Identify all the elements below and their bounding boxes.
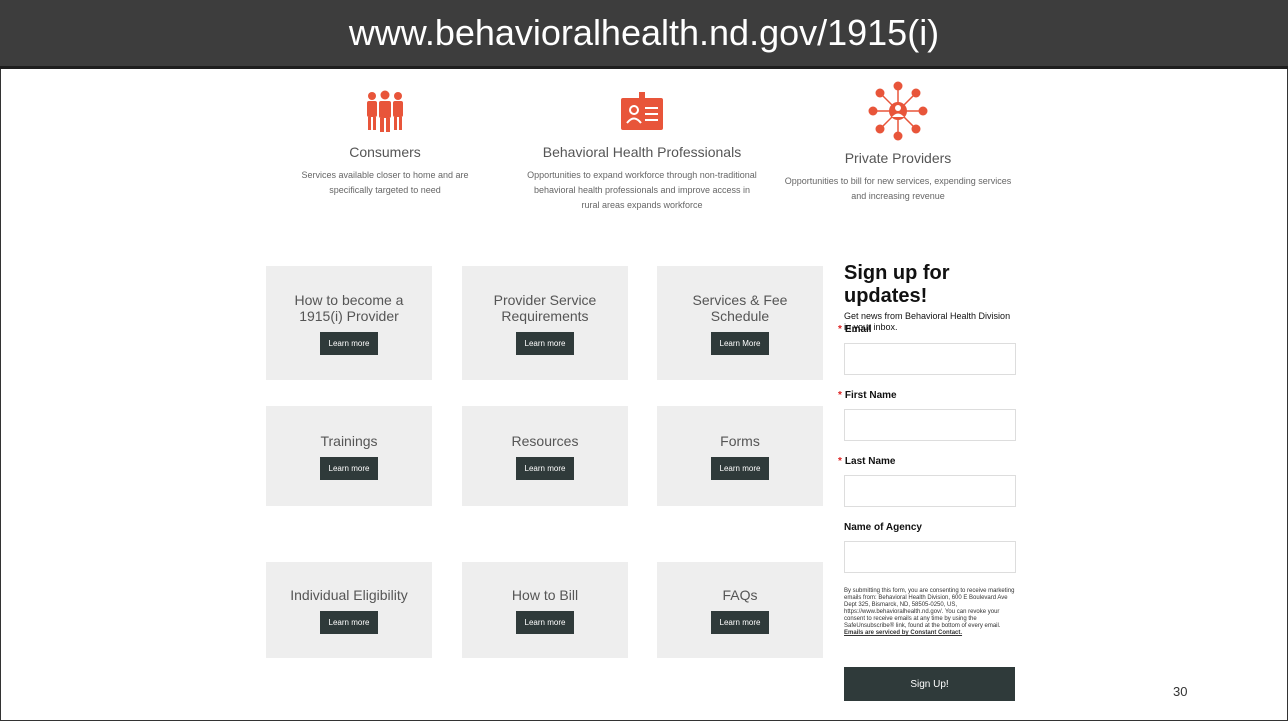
learn-more-button[interactable]: Learn more	[515, 610, 575, 634]
tile-trainings: Trainings Learn more	[266, 406, 432, 506]
page-number: 30	[1173, 684, 1188, 699]
tile-provider-requirements: Provider Service Requirements Learn more	[462, 266, 628, 380]
last-name-field[interactable]	[844, 475, 1016, 507]
tile-label: How to Bill	[511, 586, 579, 603]
learn-more-button[interactable]: Learn more	[515, 456, 575, 480]
feature-title: Private Providers	[844, 150, 952, 166]
slide-title-url: www.behavioralhealth.nd.gov/1915(i)	[348, 12, 940, 53]
tile-label: Individual Eligibility	[290, 586, 408, 603]
learn-more-button[interactable]: Learn more	[515, 331, 575, 355]
tile-label: Provider Service Requirements	[493, 291, 597, 324]
feature-description: Opportunities to expand workforce throug…	[527, 170, 757, 210]
first-name-field[interactable]	[844, 409, 1016, 441]
tile-become-provider: How to become a 1915(i) Provider Learn m…	[266, 266, 432, 380]
feature-professionals: Behavioral Health Professionals Opportun…	[522, 90, 762, 213]
learn-more-button[interactable]: Learn more	[710, 456, 770, 480]
id-badge-icon	[621, 92, 663, 130]
title-bar: www.behavioralhealth.nd.gov/1915(i)	[0, 0, 1288, 69]
tile-individual-eligibility: Individual Eligibility Learn more	[266, 562, 432, 658]
sign-up-button[interactable]: Sign Up!	[844, 667, 1015, 701]
tile-resources: Resources Learn more	[462, 406, 628, 506]
first-name-label: * First Name	[838, 390, 897, 401]
tile-label: How to become a 1915(i) Provider	[294, 291, 404, 324]
learn-more-button[interactable]: Learn More	[710, 331, 770, 355]
feature-private-providers: Private Providers Opportunities to bill …	[782, 80, 1014, 204]
feature-description: Opportunities to bill for new services, …	[784, 176, 1012, 201]
email-label: * Email	[838, 324, 872, 335]
tile-how-to-bill: How to Bill Learn more	[462, 562, 628, 658]
required-marker: *	[838, 390, 842, 401]
feature-title: Consumers	[349, 144, 421, 160]
signup-header: Sign up for updates! Get news from Behav…	[844, 262, 1016, 333]
network-hub-icon	[868, 81, 928, 141]
constant-contact-link[interactable]: Emails are serviced by Constant Contact.	[844, 630, 962, 636]
learn-more-button[interactable]: Learn more	[319, 610, 379, 634]
signup-title: Sign up for updates!	[844, 262, 950, 307]
required-marker: *	[838, 324, 842, 335]
tile-label: Trainings	[320, 432, 378, 449]
agency-name-field[interactable]	[844, 541, 1016, 573]
tile-label: Resources	[511, 432, 579, 449]
consent-text: By submitting this form, you are consent…	[844, 588, 1015, 636]
tile-label: Services & Fee Schedule	[692, 291, 788, 324]
learn-more-button[interactable]: Learn more	[710, 610, 770, 634]
last-name-label: * Last Name	[838, 456, 896, 467]
learn-more-button[interactable]: Learn more	[319, 331, 379, 355]
email-field[interactable]	[844, 343, 1016, 375]
required-marker: *	[838, 456, 842, 467]
tile-services-fee-schedule: Services & Fee Schedule Learn More	[657, 266, 823, 380]
feature-description: Services available closer to home and ar…	[301, 170, 469, 195]
tile-forms: Forms Learn more	[657, 406, 823, 506]
learn-more-button[interactable]: Learn more	[319, 456, 379, 480]
tile-faqs: FAQs Learn more	[657, 562, 823, 658]
people-group-icon	[367, 90, 403, 132]
tile-label: FAQs	[722, 586, 758, 603]
tile-label: Forms	[720, 432, 760, 449]
agency-label: Name of Agency	[844, 522, 922, 533]
feature-consumers: Consumers Services available closer to h…	[276, 90, 494, 198]
feature-title: Behavioral Health Professionals	[542, 144, 742, 160]
